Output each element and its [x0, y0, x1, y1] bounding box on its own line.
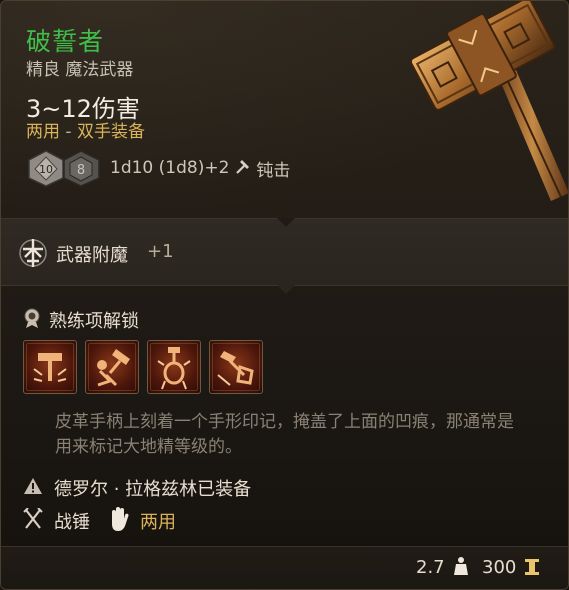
proficiency-action-2[interactable] [85, 340, 139, 394]
item-weight: 2.7 [416, 557, 445, 578]
proficiency-action-3[interactable] [147, 340, 201, 394]
weapon-property: 两用 [140, 512, 176, 533]
divider-notch-top [277, 218, 295, 227]
handedness-separator: - [60, 122, 77, 142]
item-rarity-type: 精良 魔法武器 [26, 60, 134, 80]
bludgeoning-icon [234, 157, 252, 180]
warning-icon [23, 477, 43, 499]
roll-formula: 1d10 (1d8)+2 [110, 158, 230, 178]
item-tooltip: 破誓者 精良 魔法武器 3~12伤害 两用 - 双手装备 10 8 1d10 (… [0, 0, 569, 590]
dice-first-value: 10 [39, 163, 53, 176]
equipped-notice-row: 德罗尔 · 拉格兹林已装备 [23, 475, 251, 501]
equipped-notice: 德罗尔 · 拉格兹林已装备 [54, 479, 252, 500]
tooltip-footer: 2.7 300 [1, 546, 568, 589]
enchantment-bonus: +1 [147, 241, 174, 262]
proficiency-actions [23, 340, 263, 394]
proficiency-header: 熟练项解锁 [23, 307, 139, 333]
weapon-type-row: 战锤 两用 [23, 506, 176, 536]
damage-roll: 1d10 (1d8)+2 钝击 [110, 156, 290, 181]
divider-notch-bottom [277, 285, 295, 294]
proficiency-title: 熟练项解锁 [49, 311, 139, 332]
item-description: 皮革手柄上刻着一个手形印记，掩盖了上面的凹痕，那通常是用来标记大地精等级的。 [55, 412, 514, 457]
item-name: 破誓者 [26, 27, 105, 56]
equip-slot-label: 双手装备 [76, 122, 145, 142]
hammer-strike-icon [33, 353, 67, 382]
weapon-type: 战锤 [54, 512, 90, 533]
dice-icon: 10 8 [26, 149, 104, 187]
weight-icon [453, 556, 469, 580]
gold-value-icon [524, 558, 540, 580]
damage-type-label: 钝击 [256, 160, 291, 181]
dice-second-value: 8 [77, 163, 85, 178]
handedness-line: 两用 - 双手装备 [26, 117, 145, 142]
weapon-enchant-icon [17, 237, 49, 269]
handedness-label: 两用 [26, 122, 60, 142]
damage-dice-row: 10 8 1d10 (1d8)+2 钝击 [26, 149, 290, 187]
enchantment-label: 武器附魔 [56, 245, 128, 266]
proficiency-action-4[interactable] [209, 340, 263, 394]
proficiency-action-1[interactable] [23, 340, 77, 394]
item-value: 300 [482, 557, 517, 578]
concussive-smash-icon [157, 347, 191, 390]
crossed-weapons-icon [23, 507, 43, 534]
warhammer-image [401, 1, 568, 201]
enchantment-section: 武器附魔 +1 [1, 218, 568, 294]
rush-attack-icon [217, 351, 254, 386]
medal-icon [23, 307, 41, 333]
topple-icon [97, 349, 130, 387]
versatile-hand-icon [108, 506, 130, 536]
